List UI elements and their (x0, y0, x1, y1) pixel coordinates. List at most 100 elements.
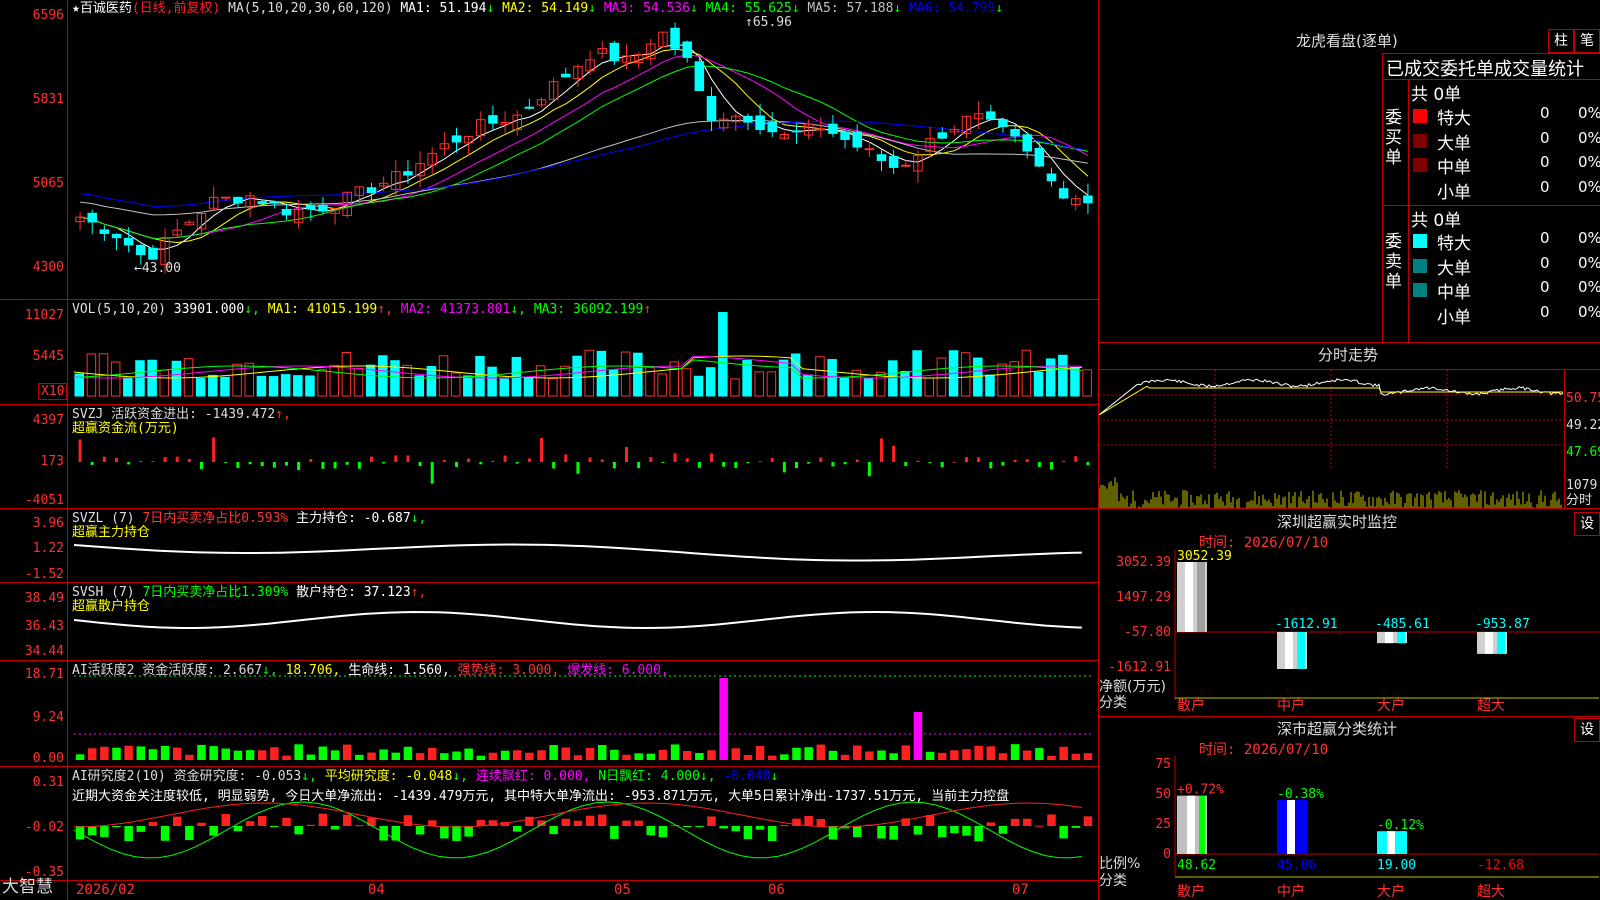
volume-bar (305, 375, 315, 397)
money-flow-bar (163, 457, 167, 462)
favorite-star-icon[interactable]: ★ (72, 1, 80, 16)
stock-terminal: ★百诚医药(日线,前复权) MA(5,10,20,30,60,120) MA1:… (0, 0, 1600, 900)
divider-vol-svzj (0, 404, 1098, 405)
sz-monitor-tick: 3052.39 (1116, 555, 1171, 570)
volume-bar (499, 378, 509, 397)
order-percent: 0% (1578, 153, 1600, 171)
activity-bar (767, 755, 777, 760)
svsh-tick: 38.49 (24, 591, 64, 606)
candle-body (306, 205, 316, 210)
activity-bar (998, 753, 1008, 760)
sz-monitor-settings-button[interactable]: 设 (1574, 512, 1600, 536)
intraday-chart[interactable] (1099, 370, 1564, 508)
sz-monitor-category: 散户 (1177, 697, 1205, 714)
money-flow-bar (151, 461, 155, 463)
candle-body (123, 237, 134, 246)
longhu-title: 龙虎看盘(逐单) (1296, 32, 1398, 50)
research-bar (440, 826, 449, 839)
money-flow-bar (746, 462, 750, 464)
ma-line-3 (80, 54, 1089, 239)
candle-body (136, 244, 146, 256)
research-bar (306, 824, 316, 826)
research-bar (634, 820, 643, 826)
main-chart-canvas[interactable] (0, 0, 1100, 900)
money-flow-bar (892, 445, 896, 462)
divider-price-vol (0, 299, 1098, 300)
tick-view-button[interactable]: 笔 (1574, 29, 1600, 53)
x-tick: 2026/02 (76, 882, 136, 898)
volume-bar (1021, 349, 1032, 397)
order-percent: 0% (1578, 177, 1600, 196)
money-flow-bar (1050, 462, 1053, 470)
volume-bar (657, 373, 667, 397)
sz-class-cat-label: 分类 (1099, 873, 1127, 889)
candle-body (828, 123, 838, 134)
ma-arrow: ↓ (995, 1, 1004, 16)
sell-side-char: 委 (1385, 232, 1402, 252)
money-flow-bar (333, 462, 337, 469)
order-percent: 0% (1578, 104, 1600, 122)
research-bar (257, 815, 267, 826)
activity-bar (549, 745, 558, 760)
order-count: 0 (1540, 177, 1550, 196)
money-flow-bar (1086, 462, 1090, 466)
activity-bar (816, 744, 826, 760)
activity-bar (561, 747, 571, 760)
activity-bar (257, 750, 267, 760)
volume-bar (705, 367, 716, 397)
ma-values: MA1: 51.194↓ MA2: 54.149↓ MA3: 54.536↓ M… (400, 1, 1003, 16)
research-bar (743, 826, 753, 840)
sz-monitor-category: 大户 (1377, 697, 1405, 714)
money-flow-bar (285, 462, 288, 466)
money-flow-bar (90, 462, 94, 465)
money-flow-bar (382, 462, 386, 464)
sz-class-settings-button[interactable]: 设 (1574, 718, 1600, 742)
money-flow-bar (1037, 462, 1041, 468)
money-flow-bar (442, 459, 446, 462)
ma-value-1: MA1: 51.194 (400, 1, 487, 16)
vol-tick: 11027 (24, 308, 64, 323)
volume-bar (402, 364, 412, 397)
sz-class-tick: 25 (1155, 817, 1171, 832)
sz-monitor-time: 时间: 2026/07/10 (1199, 535, 1329, 551)
research-bar (476, 819, 486, 826)
research-bar (136, 826, 146, 832)
research-bar (937, 826, 947, 838)
order-size-label: 小单 (1437, 182, 1471, 203)
money-flow-bar (394, 455, 398, 462)
volume-bar (353, 367, 364, 397)
activity-bar (901, 745, 911, 760)
activity-bar (488, 752, 498, 760)
order-size-label: 大单 (1437, 258, 1471, 279)
volume-bar (681, 368, 692, 397)
activity-bar (112, 747, 121, 760)
volume-bar (608, 369, 619, 397)
volume-bar (596, 350, 607, 397)
volume-bar (341, 352, 352, 397)
money-flow-bar (272, 462, 276, 468)
money-flow-bar (406, 455, 410, 462)
price-tick: 5831 (32, 92, 64, 107)
sz-monitor-bar (1377, 632, 1407, 644)
order-percent: 0% (1578, 128, 1600, 147)
svsh-header: SVSH (7) 7日内买卖净占比1.309% 散户持仓: 37.123↑, (72, 585, 427, 600)
activity-bar (925, 751, 935, 760)
sz-monitor-tick: 1497.29 (1116, 590, 1171, 605)
money-flow-bar (952, 461, 956, 463)
research-bar (1059, 826, 1068, 839)
sz-monitor-category: 超大 (1477, 698, 1505, 714)
activity-bar (403, 746, 413, 760)
research-bar (427, 820, 437, 826)
money-flow-bar (819, 457, 823, 462)
volume-bar (280, 374, 291, 397)
research-bar (707, 816, 716, 826)
column-view-button[interactable]: 柱 (1548, 29, 1574, 53)
research-bar (925, 815, 935, 826)
research-bar (282, 817, 291, 826)
sell-side-char: 卖 (1385, 252, 1402, 272)
longhu-divider (1382, 53, 1600, 54)
chart-mode: (日线,前复权) (131, 1, 221, 16)
volume-bar (110, 361, 121, 397)
money-flow-bar (418, 462, 422, 467)
vol-scale-badge[interactable]: X10 (38, 383, 68, 400)
